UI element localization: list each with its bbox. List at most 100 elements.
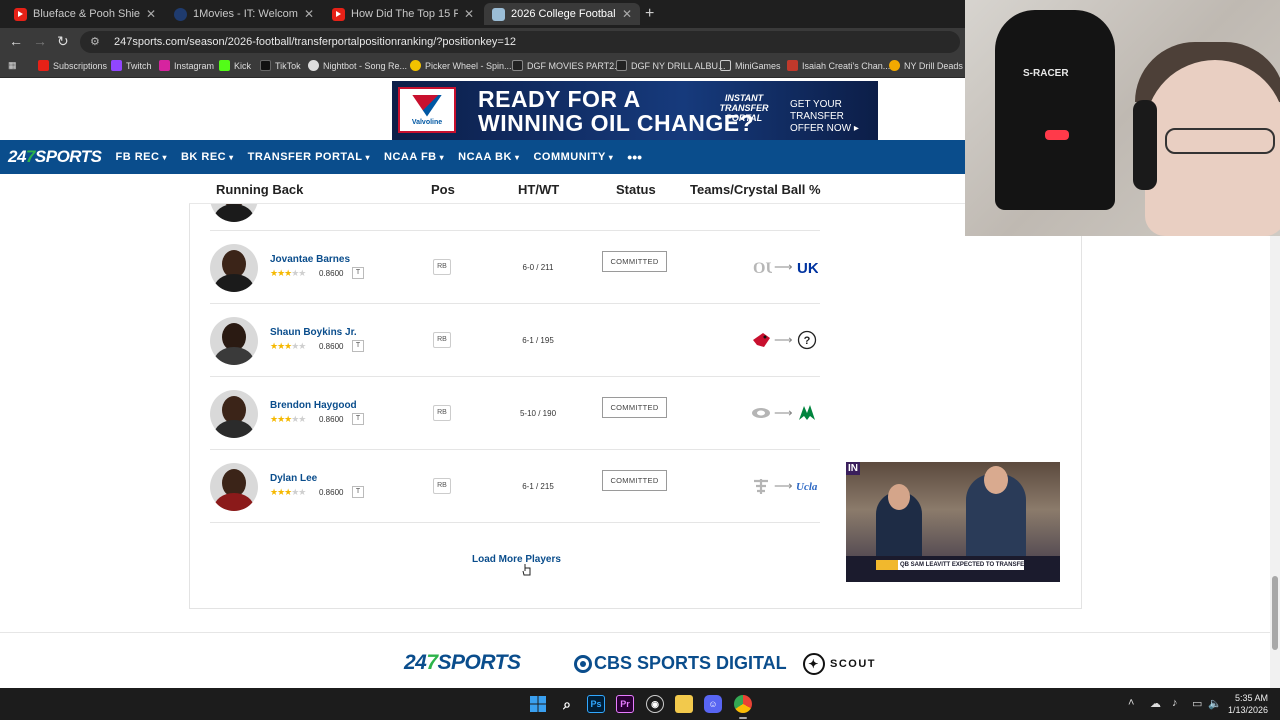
nav-label: TRANSFER PORTAL bbox=[247, 151, 363, 163]
close-icon[interactable]: ✕ bbox=[304, 7, 314, 21]
player-name-link[interactable]: Brendon Haygood bbox=[270, 400, 357, 411]
close-icon[interactable]: ✕ bbox=[146, 7, 156, 21]
position-badge: RB bbox=[433, 332, 451, 348]
player-rating: 0.8600 bbox=[319, 415, 344, 424]
bookmark-item[interactable]: DGF MOVIES PART2... bbox=[512, 60, 622, 71]
tab-title: 2026 College Football Transfer bbox=[511, 8, 616, 20]
browser-tab-active[interactable]: 2026 College Football Transfer ✕ bbox=[484, 3, 640, 25]
bookmark-item[interactable]: Picker Wheel - Spin... bbox=[410, 60, 512, 71]
bookmark-item[interactable]: Kick bbox=[219, 60, 251, 71]
nightbot-icon bbox=[308, 60, 319, 71]
microphone-icon[interactable]: ♪ bbox=[1172, 697, 1178, 709]
apps-grid-icon[interactable]: ▦ bbox=[8, 60, 17, 71]
more-icon[interactable]: ••• bbox=[627, 149, 642, 165]
video-player[interactable]: IN QB SAM LEAVITT EXPECTED TO TRANSFER T… bbox=[846, 462, 1060, 582]
new-tab-icon[interactable]: + bbox=[645, 5, 654, 23]
browser-tab[interactable]: How Did The Top 15 Portal Play ✕ bbox=[324, 3, 482, 25]
ad-cta[interactable]: GET YOUR TRANSFER OFFER NOW ▸ bbox=[790, 99, 878, 135]
bookmark-item[interactable]: Instagram bbox=[159, 60, 214, 71]
247sports-logo[interactable]: 247SPORTS bbox=[8, 147, 102, 167]
back-arrow-icon[interactable]: ← bbox=[9, 33, 23, 49]
position-badge: RB bbox=[433, 259, 451, 275]
lsu-tag bbox=[876, 560, 898, 570]
height-weight: 6-1 / 215 bbox=[522, 482, 554, 491]
nav-item-transfer-portal[interactable]: TRANSFER PORTAL ▾ bbox=[248, 151, 370, 163]
footer-247sports-logo[interactable]: 247SPORTS bbox=[404, 651, 521, 675]
discord-icon[interactable]: ☺ bbox=[704, 695, 722, 713]
player-rating: 0.8600 bbox=[319, 269, 344, 278]
bookmark-item[interactable]: DGF NY DRILL ALBU... bbox=[616, 60, 726, 71]
footer-cbs-logo[interactable]: CBS SPORTS DIGITAL bbox=[574, 653, 787, 674]
nav-item-ncaa-fb[interactable]: NCAA FB ▾ bbox=[384, 151, 444, 163]
bookmark-item[interactable]: Nightbot - Song Re... bbox=[308, 60, 407, 71]
bookmark-label: Kick bbox=[234, 60, 252, 71]
caret-down-icon: ▾ bbox=[365, 152, 371, 162]
nav-item-bk-rec[interactable]: BK REC ▾ bbox=[181, 151, 234, 163]
player-name-link[interactable]: Shaun Boykins Jr. bbox=[270, 327, 357, 338]
photoshop-icon[interactable]: Ps bbox=[587, 695, 605, 713]
player-avatar bbox=[210, 204, 258, 222]
page-scrollbar[interactable] bbox=[1270, 236, 1280, 688]
search-icon[interactable]: ⌕ bbox=[558, 695, 576, 713]
bookmark-label: Subscriptions bbox=[53, 60, 108, 71]
bookmark-item[interactable]: NY Drill Deads Q bbox=[889, 60, 972, 71]
bookmark-label: Instagram bbox=[174, 60, 215, 71]
reload-icon[interactable]: ↻ bbox=[57, 33, 69, 50]
browser-tab[interactable]: Blueface & Pooh Shiesty Beef M ✕ bbox=[6, 3, 164, 25]
teams-cell[interactable]: ⟶ bbox=[750, 403, 820, 425]
scrollbar-thumb[interactable] bbox=[1272, 576, 1278, 650]
youtube-icon bbox=[332, 7, 345, 21]
north-texas-logo bbox=[799, 405, 815, 420]
nav-item-ncaa-bk[interactable]: NCAA BK ▾ bbox=[458, 151, 519, 163]
height-weight: 6-0 / 211 bbox=[522, 263, 554, 272]
video-corner-label: IN bbox=[846, 462, 860, 475]
bookmark-item[interactable]: TikTok bbox=[260, 60, 301, 71]
chrome-icon[interactable] bbox=[734, 695, 752, 713]
table-row-partial bbox=[210, 204, 820, 231]
valvoline-logo: Valvoline bbox=[398, 87, 456, 133]
ad-badge: INSTANT TRANSFER PORTAL bbox=[710, 85, 778, 137]
nav-label: BK REC bbox=[180, 151, 227, 163]
nav-label: NCAA BK bbox=[458, 151, 512, 163]
url-field[interactable]: ⚙ 247sports.com/season/2026-football/tra… bbox=[80, 31, 960, 53]
star-rating-icon: ★★★★★ bbox=[270, 487, 306, 497]
nav-item-community[interactable]: COMMUNITY ▾ bbox=[533, 151, 613, 163]
player-name-link[interactable]: Dylan Lee bbox=[270, 473, 317, 484]
forward-arrow-icon[interactable]: → bbox=[33, 33, 47, 49]
column-header-teams: Teams/Crystal Ball % bbox=[690, 182, 821, 197]
file-explorer-icon[interactable] bbox=[675, 695, 693, 713]
bookmark-item[interactable]: Twitch bbox=[111, 60, 152, 71]
teams-cell[interactable]: ⟶ Ucla bbox=[750, 476, 820, 498]
rice-logo bbox=[752, 408, 770, 418]
player-name-link[interactable]: Jovantae Barnes bbox=[270, 254, 350, 265]
column-header-status: Status bbox=[616, 182, 656, 197]
site-settings-icon[interactable]: ⚙ bbox=[90, 35, 104, 49]
browser-tab[interactable]: 1Movies - IT: Welcome to Derry ✕ bbox=[166, 3, 322, 25]
onedrive-cloud-icon[interactable]: ☁ bbox=[1150, 697, 1161, 710]
site-navbar: 247SPORTS FB REC ▾ BK REC ▾ TRANSFER PORTA… bbox=[0, 140, 966, 174]
ad-banner[interactable]: Valvoline READY FOR A WINNING OIL CHANGE… bbox=[392, 81, 878, 141]
system-clock[interactable]: 5:35 AM 1/13/2026 bbox=[1228, 692, 1268, 716]
height-weight: 5-10 / 190 bbox=[519, 409, 557, 418]
logo-part: 7 bbox=[25, 147, 35, 166]
windows-start-icon[interactable] bbox=[529, 695, 547, 713]
close-icon[interactable]: ✕ bbox=[464, 7, 474, 21]
load-more-players-button[interactable]: Load More Players bbox=[472, 554, 561, 565]
instagram-icon bbox=[159, 60, 170, 71]
chevron-up-icon[interactable]: ˄ bbox=[1128, 697, 1134, 709]
nav-item-fb-rec[interactable]: FB REC ▾ bbox=[115, 151, 166, 163]
monitor-icon[interactable]: ▭ bbox=[1192, 697, 1202, 710]
footer-scout-logo[interactable]: ✦ SCOUT bbox=[803, 653, 876, 675]
teams-cell[interactable]: ⟶ ? bbox=[750, 330, 820, 352]
bookmark-item[interactable]: MiniGames bbox=[720, 60, 781, 71]
teams-cell[interactable]: OU ⟶ UK bbox=[750, 257, 820, 279]
bookmark-item[interactable]: Subscriptions bbox=[38, 60, 107, 71]
obs-icon[interactable]: ◉ bbox=[646, 695, 664, 713]
folder-page-icon bbox=[512, 60, 523, 71]
bookmark-item[interactable]: Isaiah Creati's Chan... bbox=[787, 60, 890, 71]
premiere-icon[interactable]: Pr bbox=[616, 695, 634, 713]
column-header-position-group: Running Back bbox=[216, 182, 304, 197]
picker-wheel-icon bbox=[410, 60, 421, 71]
close-icon[interactable]: ✕ bbox=[622, 7, 632, 21]
speaker-icon[interactable]: 🔈 bbox=[1208, 697, 1222, 710]
